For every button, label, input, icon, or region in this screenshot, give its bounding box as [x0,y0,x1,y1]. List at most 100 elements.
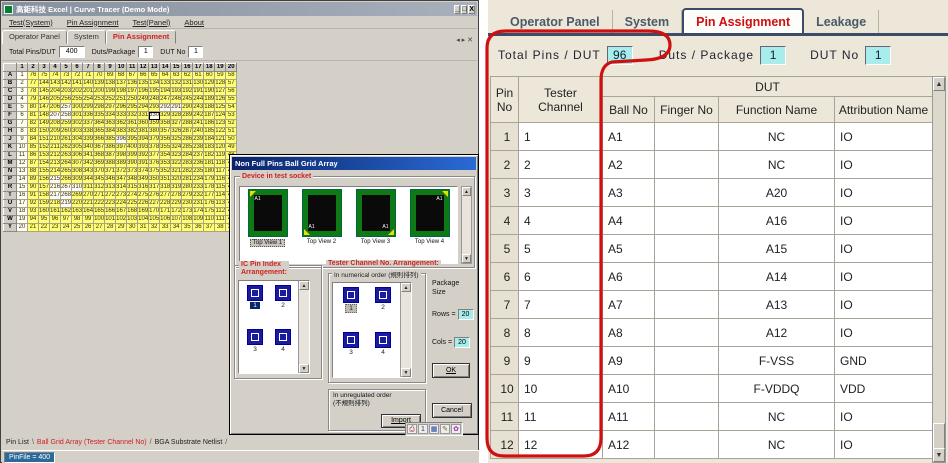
cell-attribution-name-10[interactable]: VDD [835,375,933,403]
bga-cell-F6[interactable]: 301 [72,112,83,120]
sheet-tab-1[interactable]: Pin List [3,439,32,446]
rows-field[interactable]: 20 [458,309,474,320]
bga-cell-Y5[interactable]: 24 [61,224,72,232]
bga-cell-D4[interactable]: 205 [50,96,61,104]
bga-cell-M11[interactable]: 390 [127,160,138,168]
bga-cell-L9[interactable]: 387 [105,152,116,160]
bga-cell-L4[interactable]: 212 [50,152,61,160]
bga-cell-G12[interactable]: 360 [138,120,149,128]
bga-cell-J3[interactable]: 151 [39,136,50,144]
cell-tester-channel-3[interactable]: 3 [519,179,603,207]
cell-function-name-2[interactable]: NC [719,151,835,179]
top-view-label-4[interactable]: Top View 4 [413,239,446,245]
bga-cell-A17[interactable]: 61 [193,72,204,80]
bga-cell-H15[interactable]: 326 [171,128,182,136]
bga-cell-F15[interactable]: 328 [171,112,182,120]
bga-cell-J8[interactable]: 366 [94,136,105,144]
bga-cell-V16[interactable]: 173 [182,208,193,216]
bga-cell-J9[interactable]: 385 [105,136,116,144]
cell-function-name-3[interactable]: A20 [719,179,835,207]
bga-cell-T3[interactable]: 158 [39,192,50,200]
scroll-thumb[interactable] [933,423,945,449]
bga-cell-U10[interactable]: 224 [116,200,127,208]
bga-cell-N9[interactable]: 371 [105,168,116,176]
bga-cell-B11[interactable]: 136 [127,80,138,88]
bga-cell-F9[interactable]: 334 [105,112,116,120]
bga-cell-A14[interactable]: 64 [160,72,171,80]
grid-col-header-1[interactable]: 1 [17,64,28,72]
bga-cell-V10[interactable]: 167 [116,208,127,216]
bga-cell-K10[interactable]: 397 [116,144,127,152]
tab-system[interactable]: System [613,10,682,33]
bga-cell-F10[interactable]: 333 [116,112,127,120]
dut-no-field[interactable]: 1 [865,46,891,65]
bga-cell-M1[interactable]: 12 [17,160,28,168]
bga-cell-R4[interactable]: 216 [50,184,61,192]
bga-cell-H17[interactable]: 240 [193,128,204,136]
top-view-label-1[interactable]: Top View 1 [250,239,285,247]
bga-cell-J1[interactable]: 9 [17,136,28,144]
bga-cell-Y14[interactable]: 33 [160,224,171,232]
bga-cell-H5[interactable]: 260 [61,128,72,136]
cell-function-name-6[interactable]: A14 [719,263,835,291]
bga-cell-Y10[interactable]: 29 [116,224,127,232]
grid-col-header-17[interactable]: 17 [193,64,204,72]
bga-cell-F20[interactable]: 53 [226,112,237,120]
bga-cell-U3[interactable]: 159 [39,200,50,208]
bga-cell-P2[interactable]: 89 [28,176,39,184]
bga-cell-G8[interactable]: 364 [94,120,105,128]
grid-row-header-E[interactable]: E [4,104,17,112]
bga-cell-R12[interactable]: 316 [138,184,149,192]
cell-finger-no-7[interactable] [655,291,719,319]
bga-cell-Y12[interactable]: 31 [138,224,149,232]
cell-attribution-name-1[interactable]: IO [835,123,933,151]
bga-cell-F7[interactable]: 336 [83,112,94,120]
bga-cell-U2[interactable]: 92 [28,200,39,208]
bga-cell-R6[interactable]: 310 [72,184,83,192]
bga-cell-R10[interactable]: 314 [116,184,127,192]
bga-cell-A19[interactable]: 59 [215,72,226,80]
bga-cell-P7[interactable]: 344 [83,176,94,184]
bga-cell-K17[interactable]: 238 [193,144,204,152]
bga-cell-G20[interactable]: 52 [226,120,237,128]
bga-cell-W4[interactable]: 96 [50,216,61,224]
bga-cell-C4[interactable]: 204 [50,88,61,96]
bga-cell-M4[interactable]: 213 [50,160,61,168]
bga-cell-P1[interactable]: 14 [17,176,28,184]
grid-row-header-P[interactable]: P [4,176,17,184]
grid-col-header-9[interactable]: 9 [105,64,116,72]
grid-row-header-D[interactable]: D [4,96,17,104]
bga-cell-D16[interactable]: 245 [182,96,193,104]
bga-cell-J4[interactable]: 210 [50,136,61,144]
cancel-button[interactable]: Cancel [432,403,472,418]
sheet-tab-3[interactable]: BGA Substrate Netlist [152,439,226,446]
cell-tester-channel-7[interactable]: 7 [519,291,603,319]
grid-col-header-12[interactable]: 12 [138,64,149,72]
bga-cell-T13[interactable]: 276 [149,192,160,200]
bga-cell-U19[interactable]: 113 [215,200,226,208]
bga-cell-R13[interactable]: 317 [149,184,160,192]
grid-col-header-14[interactable]: 14 [160,64,171,72]
bga-cell-M17[interactable]: 236 [193,160,204,168]
bga-cell-J2[interactable]: 84 [28,136,39,144]
window-titlebar[interactable]: 高鉅科技 Excel | Curve Tracer (Demo Mode) _□… [2,2,477,16]
cell-ball-no-10[interactable]: A10 [603,375,655,403]
bga-cell-D20[interactable]: 55 [226,96,237,104]
bga-cell-B18[interactable]: 129 [204,80,215,88]
scroll-down-icon[interactable]: ▼ [299,364,309,373]
bga-cell-E8[interactable]: 298 [94,104,105,112]
bga-cell-T6[interactable]: 269 [72,192,83,200]
grid-row-header-F[interactable]: F [4,112,17,120]
cell-function-name-11[interactable]: NC [719,403,835,431]
cell-function-name-8[interactable]: A12 [719,319,835,347]
cell-ball-no-12[interactable]: A12 [603,431,655,459]
bga-cell-H7[interactable]: 338 [83,128,94,136]
bga-cell-M2[interactable]: 87 [28,160,39,168]
grid-row-header-T[interactable]: T [4,192,17,200]
bga-cell-E17[interactable]: 243 [193,104,204,112]
bga-cell-G17[interactable]: 241 [193,120,204,128]
grid-col-header-20[interactable]: 20 [226,64,237,72]
bga-cell-E16[interactable]: 290 [182,104,193,112]
bga-cell-L15[interactable]: 323 [171,152,182,160]
bga-cell-P3[interactable]: 156 [39,176,50,184]
